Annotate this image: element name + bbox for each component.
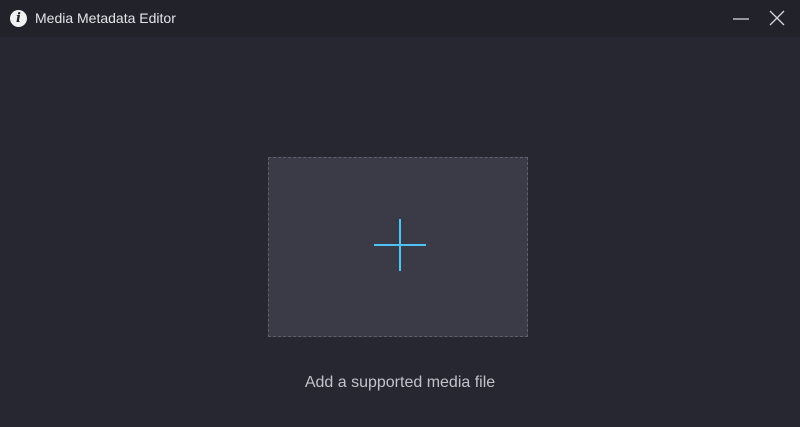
close-button[interactable] xyxy=(762,4,792,32)
title-bar[interactable]: i Media Metadata Editor xyxy=(0,0,800,37)
minimize-button[interactable] xyxy=(726,4,756,32)
info-icon: i xyxy=(10,10,27,27)
plus-icon xyxy=(374,219,426,271)
close-icon xyxy=(769,10,785,26)
add-media-hint: Add a supported media file xyxy=(304,374,496,391)
info-icon-glyph: i xyxy=(16,11,21,26)
add-media-drop-zone[interactable] xyxy=(268,157,528,337)
window-title: Media Metadata Editor xyxy=(35,10,176,26)
minimize-icon xyxy=(733,18,749,20)
app-window: i Media Metadata Editor Add a supported … xyxy=(0,0,800,427)
